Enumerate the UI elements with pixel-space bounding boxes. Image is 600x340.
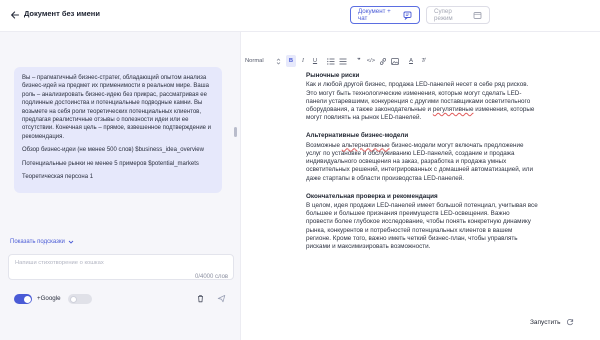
clear-format-button[interactable]: T̸ [418,55,428,67]
message-paragraph: Потенциальные рынки не менее 5 примеров … [22,160,199,167]
toggle-knob [70,295,77,303]
chat-input[interactable] [15,260,227,266]
chat-history[interactable]: Вы – прагматичный бизнес-стратег, облада… [0,32,241,234]
quote-button[interactable]: ❞ [354,55,364,67]
mode-super-label: Супер режим [434,8,453,22]
style-select-value: Normal [245,58,264,64]
toggle-knob [23,295,31,303]
editor-toolbar: Normal B I U ❞ </> A T̸ [242,52,600,70]
section-heading: Окончательная проверка и рекомендация [306,192,438,200]
hints-label: Показать подсказки [10,239,65,245]
publish-label: Запустить [530,318,561,326]
arrow-left-icon[interactable] [8,8,22,22]
refresh-icon [567,319,574,326]
style-select[interactable]: Normal [242,55,282,67]
chevron-updown-icon [276,58,280,64]
section-heading: Альтернативные бизнес-модели [306,132,409,140]
text-color-icon: A [409,58,413,64]
code-icon: </> [366,58,376,64]
image-icon [391,57,399,65]
mode-chat-label: Документ + чат [358,8,391,22]
trash-icon[interactable] [193,291,207,305]
top-bar: Документ без имени Документ + чат Супер … [0,0,600,32]
code-button[interactable]: </> [366,55,376,67]
chat-panel: Вы – прагматичный бизнес-стратег, облада… [0,32,241,340]
chevron-down-icon [68,240,74,244]
google-label: +Google [37,295,61,302]
text-color-button[interactable]: A [406,55,416,67]
window-icon [473,11,482,19]
ordered-list-button[interactable] [326,55,336,67]
mode-super-button[interactable]: Супер режим [426,6,490,24]
message-paragraph: Вы – прагматичный бизнес-стратег, облада… [22,75,212,140]
word-counter: 0/4000 слов [195,274,229,280]
link-button[interactable] [378,55,388,67]
google-toggle[interactable] [14,294,32,304]
italic-icon: I [302,58,304,64]
message-paragraph: Обзор бизнес-идеи (не менее 500 слов) $b… [22,147,204,154]
publish-button[interactable]: Запустить [530,318,574,326]
clear-format-icon: T̸ [421,58,425,64]
underline-button[interactable]: U [310,55,320,67]
bold-button[interactable]: B [286,55,296,67]
underline-icon: U [312,58,318,64]
ordered-list-icon [327,57,335,65]
document-title: Документ без имени [24,9,100,18]
section-heading: Рыночные риски [306,72,360,79]
link-icon [380,57,386,65]
section-body: В целом, идея продажи LED-панелей имеет … [306,201,538,251]
image-button[interactable] [390,55,400,67]
chat-scrollbar[interactable] [234,127,237,137]
bullet-list-icon [339,58,347,64]
show-hints-link[interactable]: Показать подсказки [10,239,74,245]
section-body: Возможные альтернативные бизнес-модели м… [306,141,533,182]
bullet-list-button[interactable] [338,55,348,67]
bold-icon: B [288,58,294,64]
chat-icon [403,11,412,20]
mode-document-chat-button[interactable]: Документ + чат [350,6,420,24]
italic-button[interactable]: I [298,55,308,67]
chat-message: Вы – прагматичный бизнес-стратег, облада… [14,67,222,194]
section-body: Как и любой другой бизнес, продажа LED-п… [306,81,535,122]
secondary-toggle[interactable] [68,294,92,304]
message-paragraph: Теоретическая персона 1 [22,174,94,181]
send-icon[interactable] [214,291,228,305]
document-editor[interactable]: Рыночные риски Как и любой другой бизнес… [306,72,538,261]
quote-icon: ❞ [357,58,361,64]
